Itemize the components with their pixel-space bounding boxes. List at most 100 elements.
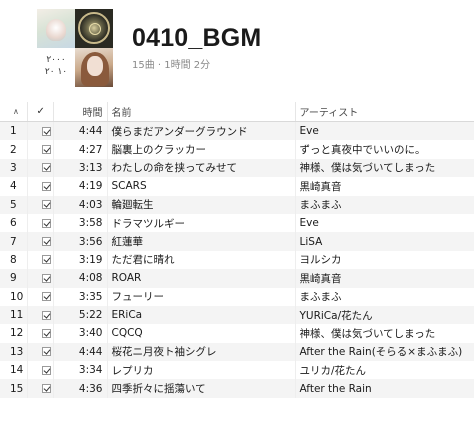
track-row[interactable]: 7 3:56 紅蓮華 LiSA [0, 232, 474, 251]
track-name: 紅蓮華 [107, 232, 296, 251]
track-time: 4:08 [53, 269, 108, 288]
track-number: 3 [0, 158, 28, 178]
track-name: 四季折々に揺蕩いて [107, 379, 296, 398]
track-row[interactable]: 2 4:27 脳裏上のクラッカー ずっと真夜中でいいのに。 [0, 140, 474, 159]
track-number: 9 [0, 269, 28, 288]
track-checkbox-cell [27, 379, 54, 398]
track-row[interactable]: 1 4:44 僕らまだアンダーグラウンド Eve [0, 121, 474, 141]
track-artist: 黒崎真音 [295, 269, 474, 288]
column-header-check[interactable]: ✓ [27, 102, 54, 122]
track-checkbox[interactable] [41, 255, 51, 265]
track-row[interactable]: 3 3:13 わたしの命を挟ってみせて 神様、僕は気づいてしまった [0, 158, 474, 178]
track-time: 3:13 [53, 158, 108, 178]
track-row[interactable]: 5 4:03 輪廻転生 まふまふ [0, 195, 474, 214]
track-number: 4 [0, 177, 28, 196]
track-artist: YURiCa/花たん [295, 305, 474, 325]
track-number: 1 [0, 121, 28, 141]
track-checkbox-cell [27, 232, 54, 251]
album-art-2 [75, 9, 113, 48]
track-row[interactable]: 13 4:44 桜花ニ月夜ト袖シグレ After the Rain(そらる×まふまふ) [0, 342, 474, 362]
track-artist: 神様、僕は気づいてしまった [295, 324, 474, 343]
track-name: SCARS [107, 177, 296, 196]
column-header-time[interactable]: 時間 [53, 102, 108, 122]
track-time: 3:19 [53, 250, 108, 270]
track-checkbox-cell [27, 342, 54, 362]
track-name: 輪廻転生 [107, 195, 296, 214]
track-name: ドラマツルギー [107, 213, 296, 233]
track-row[interactable]: 9 4:08 ROAR 黒崎真音 [0, 269, 474, 288]
track-checkbox-cell [27, 140, 54, 159]
track-checkbox-cell [27, 361, 54, 380]
track-time: 4:44 [53, 342, 108, 362]
track-number: 2 [0, 140, 28, 159]
track-artist: LiSA [295, 232, 474, 251]
track-checkbox[interactable] [41, 163, 51, 173]
track-number: 7 [0, 232, 28, 251]
track-checkbox[interactable] [41, 384, 51, 394]
track-checkbox-cell [27, 287, 54, 306]
track-time: 3:56 [53, 232, 108, 251]
track-name: ERiCa [107, 305, 296, 325]
track-checkbox[interactable] [41, 292, 51, 302]
column-header-number[interactable]: ∧ [0, 102, 28, 122]
track-number: 10 [0, 287, 28, 306]
track-name: フューリー [107, 287, 296, 306]
track-artist: 神様、僕は気づいてしまった [295, 158, 474, 178]
track-time: 4:27 [53, 140, 108, 159]
track-time: 4:44 [53, 121, 108, 141]
track-checkbox[interactable] [41, 273, 51, 283]
track-row[interactable]: 14 3:34 レプリカ ユリカ/花たん [0, 361, 474, 380]
track-time: 4:19 [53, 177, 108, 196]
track-artist: Eve [295, 121, 474, 141]
track-row[interactable]: 11 5:22 ERiCa YURiCa/花たん [0, 305, 474, 325]
track-row[interactable]: 15 4:36 四季折々に揺蕩いて After the Rain [0, 379, 474, 398]
track-number: 13 [0, 342, 28, 362]
track-checkbox-cell [27, 324, 54, 343]
track-number: 11 [0, 305, 28, 325]
album-art-3: ٢٠٠٠ ١٠ ٢٠ [37, 48, 75, 87]
track-row[interactable]: 8 3:19 ただ君に晴れ ヨルシカ [0, 250, 474, 270]
track-table: ∧ ✓ 時間 名前 アーティスト 1 4:44 僕らまだアンダーグラウンド Eve 2 4… [0, 102, 474, 398]
album-art-4 [75, 48, 113, 87]
track-checkbox[interactable] [41, 347, 51, 357]
column-header-artist[interactable]: アーティスト [295, 102, 474, 122]
track-number: 12 [0, 324, 28, 343]
track-artist: Eve [295, 213, 474, 233]
track-checkbox[interactable] [41, 181, 51, 191]
track-row[interactable]: 6 3:58 ドラマツルギー Eve [0, 213, 474, 233]
track-name: CQCQ [107, 324, 296, 343]
track-checkbox-cell [27, 177, 54, 196]
track-artist: ヨルシカ [295, 250, 474, 270]
track-row[interactable]: 4 4:19 SCARS 黒崎真音 [0, 177, 474, 196]
track-row[interactable]: 10 3:35 フューリー まふまふ [0, 287, 474, 306]
track-checkbox[interactable] [41, 200, 51, 210]
track-checkbox[interactable] [41, 237, 51, 247]
track-name: ただ君に晴れ [107, 250, 296, 270]
track-name: わたしの命を挟ってみせて [107, 158, 296, 178]
track-checkbox[interactable] [41, 328, 51, 338]
track-checkbox[interactable] [41, 218, 51, 228]
track-number: 8 [0, 250, 28, 270]
track-checkbox-cell [27, 305, 54, 325]
track-time: 5:22 [53, 305, 108, 325]
track-artist: 黒崎真音 [295, 177, 474, 196]
track-checkbox[interactable] [41, 126, 51, 136]
track-checkbox[interactable] [41, 310, 51, 320]
track-row[interactable]: 12 3:40 CQCQ 神様、僕は気づいてしまった [0, 324, 474, 343]
track-checkbox-cell [27, 195, 54, 214]
track-checkbox[interactable] [41, 365, 51, 375]
track-checkbox-cell [27, 213, 54, 233]
track-time: 3:40 [53, 324, 108, 343]
track-name: 桜花ニ月夜ト袖シグレ [107, 342, 296, 362]
track-checkbox[interactable] [41, 145, 51, 155]
track-artist: まふまふ [295, 195, 474, 214]
track-artist: まふまふ [295, 287, 474, 306]
track-checkbox-cell [27, 121, 54, 141]
track-time: 3:35 [53, 287, 108, 306]
track-artist: ずっと真夜中でいいのに。 [295, 140, 474, 159]
track-checkbox-cell [27, 158, 54, 178]
column-header-name[interactable]: 名前 [107, 102, 296, 122]
track-time: 3:34 [53, 361, 108, 380]
playlist-artwork[interactable]: ٢٠٠٠ ١٠ ٢٠ [37, 9, 113, 87]
album-art-1 [37, 9, 75, 48]
